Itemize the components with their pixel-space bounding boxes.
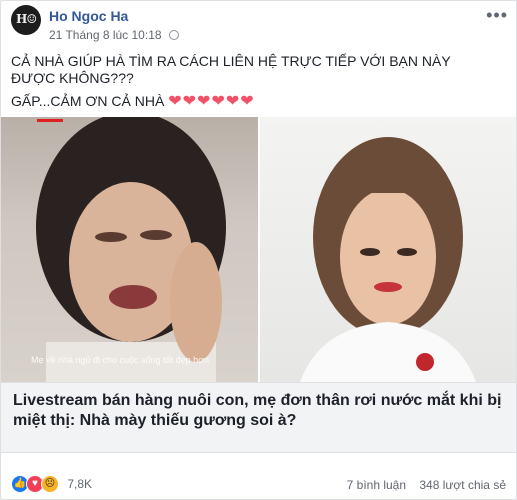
post-timestamp[interactable]: 21 Tháng 8 lúc 10:18 bbox=[49, 28, 162, 42]
post-text: CẢ NHÀ GIÚP HÀ TÌM RA CÁCH LIÊN HỆ TRỰC … bbox=[11, 53, 491, 110]
reaction-count[interactable]: 7,8K bbox=[67, 477, 92, 491]
link-title[interactable]: Livestream bán hàng nuôi con, mẹ đơn thâ… bbox=[13, 391, 503, 431]
post-stats: 7 bình luận 348 lượt chia sẻ bbox=[337, 478, 506, 492]
woman-portrait-illustration bbox=[300, 137, 476, 382]
post-text-line2-wrap: GẤP...CẢM ƠN CẢ NHÀ ❤❤❤❤❤❤ bbox=[11, 93, 491, 110]
sad-icon: ☹ bbox=[41, 475, 59, 493]
right-photo bbox=[260, 117, 516, 382]
left-photo: Mẹ về nhà ngủ đi cho cuộc sống tốt đẹp h… bbox=[1, 117, 258, 382]
globe-icon bbox=[168, 30, 179, 40]
share-count[interactable]: 348 lượt chia sẻ bbox=[419, 478, 506, 492]
video-overlay-text: Mẹ về nhà ngủ đi cho cuộc sống tốt đẹp h… bbox=[31, 355, 210, 365]
more-icon[interactable]: ••• bbox=[486, 5, 508, 26]
avatar[interactable]: H☺ bbox=[11, 5, 41, 35]
post-text-line1: CẢ NHÀ GIÚP HÀ TÌM RA CÁCH LIÊN HỆ TRỰC … bbox=[11, 53, 451, 86]
post-header: H☺ Ho Ngoc Ha 21 Tháng 8 lúc 10:18 ••• bbox=[11, 5, 508, 42]
comment-count[interactable]: 7 bình luận bbox=[347, 478, 406, 492]
link-image[interactable]: Mẹ về nhà ngủ đi cho cuộc sống tốt đẹp h… bbox=[1, 117, 516, 382]
post-card: H☺ Ho Ngoc Ha 21 Tháng 8 lúc 10:18 ••• C… bbox=[0, 0, 517, 500]
crying-woman-illustration bbox=[36, 117, 226, 382]
post-text-line2: GẤP...CẢM ƠN CẢ NHÀ bbox=[11, 93, 165, 109]
avatar-logo: H☺ bbox=[16, 12, 37, 26]
hearts-icon: ❤❤❤❤❤❤ bbox=[168, 93, 255, 110]
reactions[interactable]: 👍 ♥ ☹ 7,8K bbox=[11, 475, 92, 493]
post-meta: 21 Tháng 8 lúc 10:18 bbox=[49, 28, 179, 42]
post-footer: 👍 ♥ ☹ 7,8K 7 bình luận 348 lượt chia sẻ bbox=[11, 471, 506, 495]
link-caption[interactable]: Livestream bán hàng nuôi con, mẹ đơn thâ… bbox=[1, 382, 516, 453]
author-name[interactable]: Ho Ngoc Ha bbox=[49, 8, 128, 24]
live-indicator bbox=[37, 119, 63, 122]
